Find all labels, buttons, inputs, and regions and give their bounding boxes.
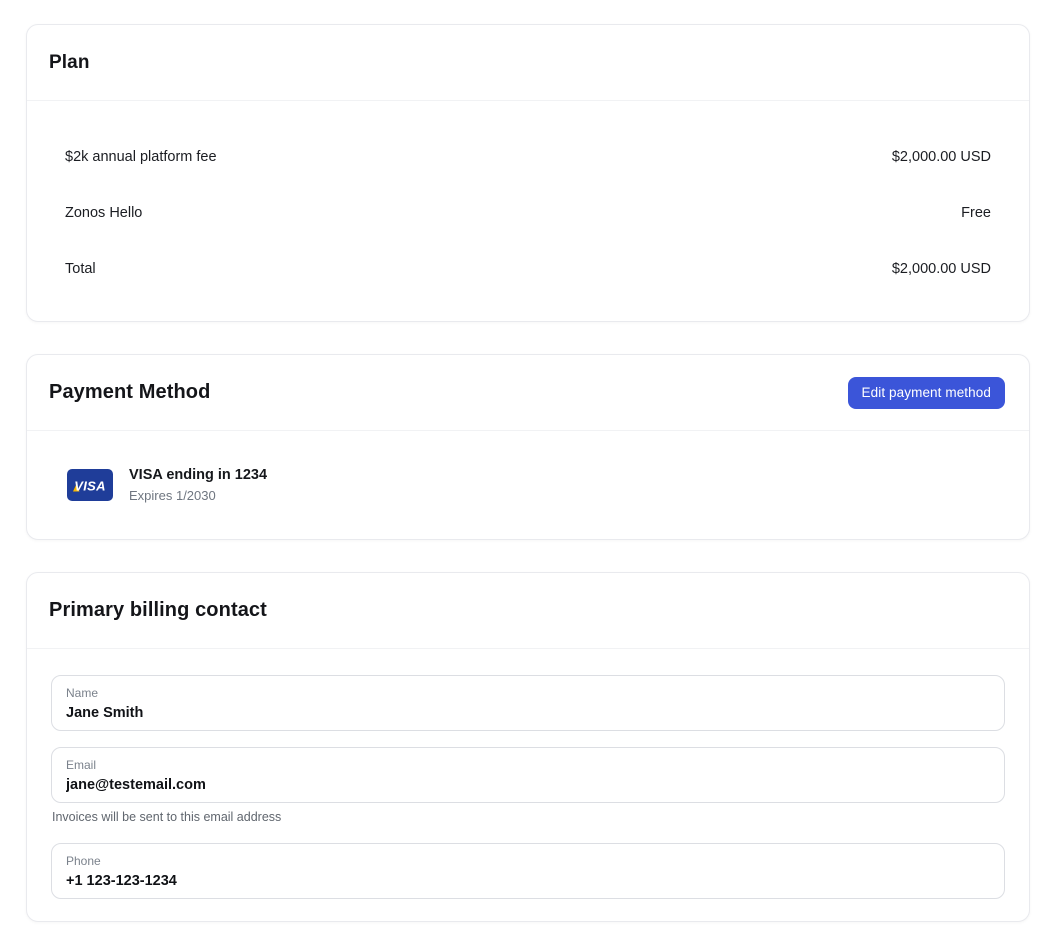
- phone-input[interactable]: [66, 869, 990, 891]
- phone-field-label: Phone: [66, 853, 990, 869]
- payment-method-title: Payment Method: [49, 381, 210, 404]
- billing-contact-title: Primary billing contact: [49, 599, 267, 622]
- billing-contact-form: Name Email Invoices will be sent to this…: [27, 649, 1029, 921]
- visa-logo-icon: VISA: [67, 469, 113, 501]
- plan-row-zonos-hello: Zonos Hello Free: [65, 185, 991, 241]
- plan-row-platform-fee: $2k annual platform fee $2,000.00 USD: [65, 129, 991, 185]
- plan-card: Plan $2k annual platform fee $2,000.00 U…: [26, 24, 1030, 322]
- email-field-label: Email: [66, 757, 990, 773]
- payment-method-card: Payment Method Edit payment method VISA …: [26, 354, 1030, 540]
- payment-card-text: VISA ending in 1234 Expires 1/2030: [129, 465, 267, 505]
- card-summary: VISA ending in 1234: [129, 465, 267, 485]
- plan-card-header: Plan: [27, 25, 1029, 101]
- payment-method-header: Payment Method Edit payment method: [27, 355, 1029, 431]
- payment-method-details: VISA VISA ending in 1234 Expires 1/2030: [27, 431, 1029, 539]
- plan-row-value: $2,000.00 USD: [892, 261, 991, 277]
- name-field-label: Name: [66, 685, 990, 701]
- svg-text:VISA: VISA: [74, 479, 106, 494]
- email-field-box[interactable]: Email: [51, 747, 1005, 803]
- edit-payment-button[interactable]: Edit payment method: [848, 377, 1005, 409]
- email-helper-text: Invoices will be sent to this email addr…: [52, 809, 1005, 825]
- plan-row-label: Total: [65, 261, 96, 277]
- billing-contact-card: Primary billing contact Name Email Invoi…: [26, 572, 1030, 922]
- plan-line-items: $2k annual platform fee $2,000.00 USD Zo…: [27, 101, 1029, 321]
- email-input[interactable]: [66, 773, 990, 795]
- plan-title: Plan: [49, 52, 90, 74]
- plan-row-label: Zonos Hello: [65, 205, 142, 221]
- card-expiration: Expires 1/2030: [129, 487, 267, 505]
- billing-contact-header: Primary billing contact: [27, 573, 1029, 649]
- name-input[interactable]: [66, 701, 990, 723]
- plan-row-value: Free: [961, 205, 991, 221]
- plan-row-total: Total $2,000.00 USD: [65, 241, 991, 297]
- plan-row-label: $2k annual platform fee: [65, 149, 217, 165]
- name-field-box[interactable]: Name: [51, 675, 1005, 731]
- phone-field-box[interactable]: Phone: [51, 843, 1005, 899]
- plan-row-value: $2,000.00 USD: [892, 149, 991, 165]
